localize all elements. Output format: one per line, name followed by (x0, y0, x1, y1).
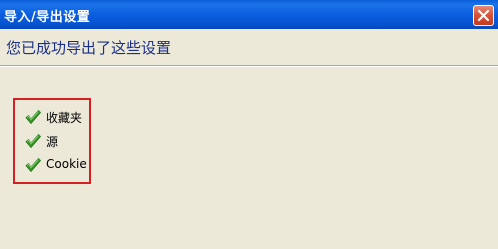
item-label-favorites: 收藏夹 (46, 111, 83, 125)
green-checkmark-icon (25, 158, 41, 172)
success-heading: 您已成功导出了这些设置 (6, 39, 172, 57)
item-label-cookies: Cookie (46, 157, 87, 171)
header-panel: 您已成功导出了这些设置 (0, 29, 498, 65)
green-checkmark-icon (25, 110, 41, 124)
green-checkmark-icon (25, 134, 41, 148)
exported-settings-highlight-box: 收藏夹 源 Cookie (13, 98, 91, 184)
title-bar[interactable]: 导入/导出设置 (0, 0, 498, 29)
window-title: 导入/导出设置 (4, 10, 91, 25)
item-label-feeds: 源 (46, 135, 59, 149)
export-dialog-window: 导入/导出设置 您已成功导出了这些设置 收藏夹 源 Cookie (0, 0, 498, 249)
close-icon (477, 9, 490, 22)
close-button[interactable] (473, 5, 494, 26)
header-divider-highlight (0, 66, 498, 67)
